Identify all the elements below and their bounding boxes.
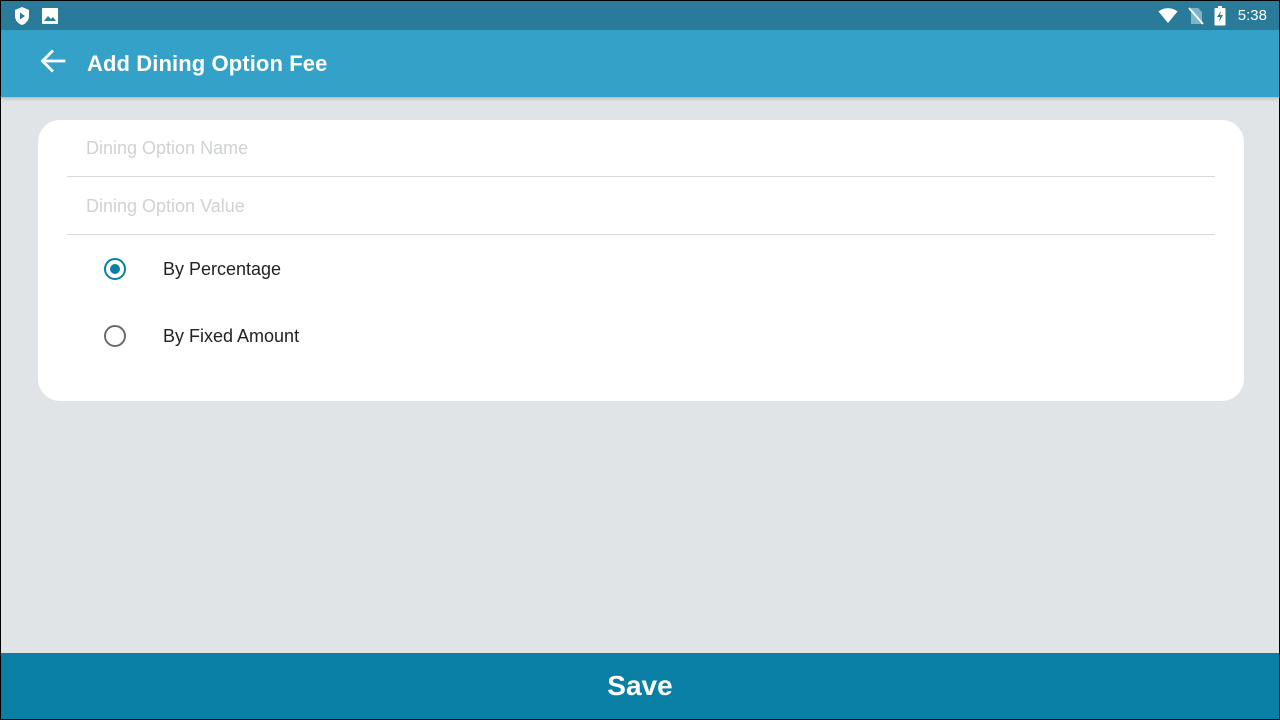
- dining-option-value-field: [67, 178, 1215, 235]
- radio-button-checked[interactable]: [104, 258, 126, 280]
- no-sim-icon: [1188, 6, 1204, 25]
- back-button[interactable]: [27, 38, 79, 90]
- dining-option-name-input[interactable]: [67, 120, 1215, 176]
- save-button[interactable]: Save: [1, 653, 1279, 719]
- save-button-label: Save: [607, 670, 673, 701]
- page-title: Add Dining Option Fee: [87, 50, 328, 76]
- status-right: 5:38: [1158, 5, 1267, 26]
- dining-option-value-input[interactable]: [67, 178, 1215, 234]
- radio-button-unchecked[interactable]: [104, 325, 126, 347]
- radio-option-by-fixed-amount[interactable]: By Fixed Amount: [104, 316, 299, 356]
- radio-label-by-fixed-amount: By Fixed Amount: [163, 325, 300, 346]
- app-bar: Add Dining Option Fee: [1, 30, 1279, 97]
- dining-option-name-field: [67, 120, 1215, 177]
- image-icon: [41, 7, 59, 25]
- shield-play-icon: [13, 6, 31, 26]
- arrow-left-icon: [40, 49, 66, 78]
- battery-charging-icon: [1214, 5, 1226, 26]
- dining-option-form-card: By Percentage By Fixed Amount: [38, 120, 1244, 401]
- status-bar: 5:38: [1, 1, 1279, 30]
- radio-option-by-percentage[interactable]: By Percentage: [104, 249, 281, 289]
- status-left: [13, 6, 59, 26]
- radio-label-by-percentage: By Percentage: [163, 258, 282, 279]
- wifi-icon: [1158, 7, 1178, 24]
- dining-option-fee-screen: 5:38 Add Dining Option Fee By Percentage…: [0, 0, 1280, 720]
- status-time: 5:38: [1237, 7, 1267, 24]
